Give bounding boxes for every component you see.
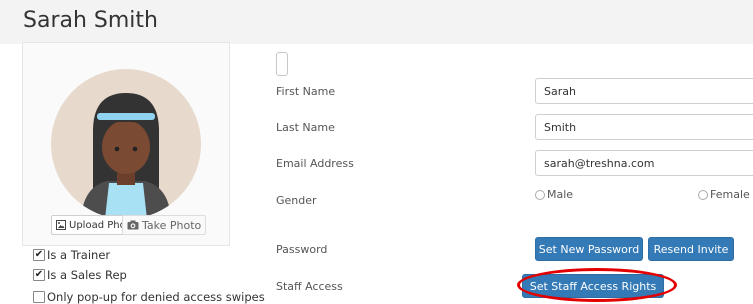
checkmark-icon: ✔	[34, 269, 44, 280]
gender-female-label: Female	[710, 188, 750, 201]
upload-image-icon	[56, 220, 66, 230]
camera-icon	[127, 220, 139, 230]
gender-female-radio[interactable]	[698, 189, 708, 200]
email-address-label: Email Address	[276, 157, 354, 170]
checkmark-icon: ✔	[34, 249, 44, 260]
page-title: Sarah Smith	[23, 8, 158, 33]
is-trainer-checkbox[interactable]: ✔	[33, 249, 45, 261]
gender-male-option[interactable]: Male	[535, 188, 573, 201]
set-new-password-button[interactable]: Set New Password	[535, 237, 643, 261]
gender-label: Gender	[276, 194, 317, 207]
is-trainer-label: Is a Trainer	[47, 248, 111, 262]
gender-male-label: Male	[547, 188, 574, 201]
first-name-field[interactable]: Sarah	[535, 78, 753, 104]
is-trainer-checkbox-row[interactable]: ✔ Is a Trainer	[33, 248, 110, 262]
denied-swipes-checkbox-row[interactable]: Only pop-up for denied access swipes	[33, 290, 265, 304]
is-sales-rep-checkbox[interactable]: ✔	[33, 269, 45, 281]
denied-swipes-label: Only pop-up for denied access swipes	[47, 290, 265, 304]
denied-swipes-checkbox[interactable]	[33, 291, 45, 303]
is-sales-rep-label: Is a Sales Rep	[47, 268, 127, 282]
gender-female-option[interactable]: Female	[698, 188, 750, 201]
email-address-field[interactable]: sarah@treshna.com	[535, 150, 753, 176]
set-staff-access-rights-button[interactable]: Set Staff Access Rights	[522, 274, 664, 298]
take-photo-button[interactable]: Take Photo	[122, 215, 207, 235]
take-photo-label: Take Photo	[142, 218, 202, 232]
last-name-field[interactable]: Smith	[535, 114, 753, 140]
toggle-box[interactable]	[276, 52, 288, 76]
last-name-label: Last Name	[276, 121, 335, 134]
password-label: Password	[276, 243, 328, 256]
is-sales-rep-checkbox-row[interactable]: ✔ Is a Sales Rep	[33, 268, 127, 282]
first-name-label: First Name	[276, 85, 336, 98]
resend-invite-button[interactable]: Resend Invite	[648, 237, 734, 261]
staff-access-label: Staff Access	[276, 280, 343, 293]
profile-photo-card: Upload Photo Take Photo	[22, 42, 230, 246]
avatar	[51, 69, 201, 219]
gender-male-radio[interactable]	[535, 189, 545, 200]
